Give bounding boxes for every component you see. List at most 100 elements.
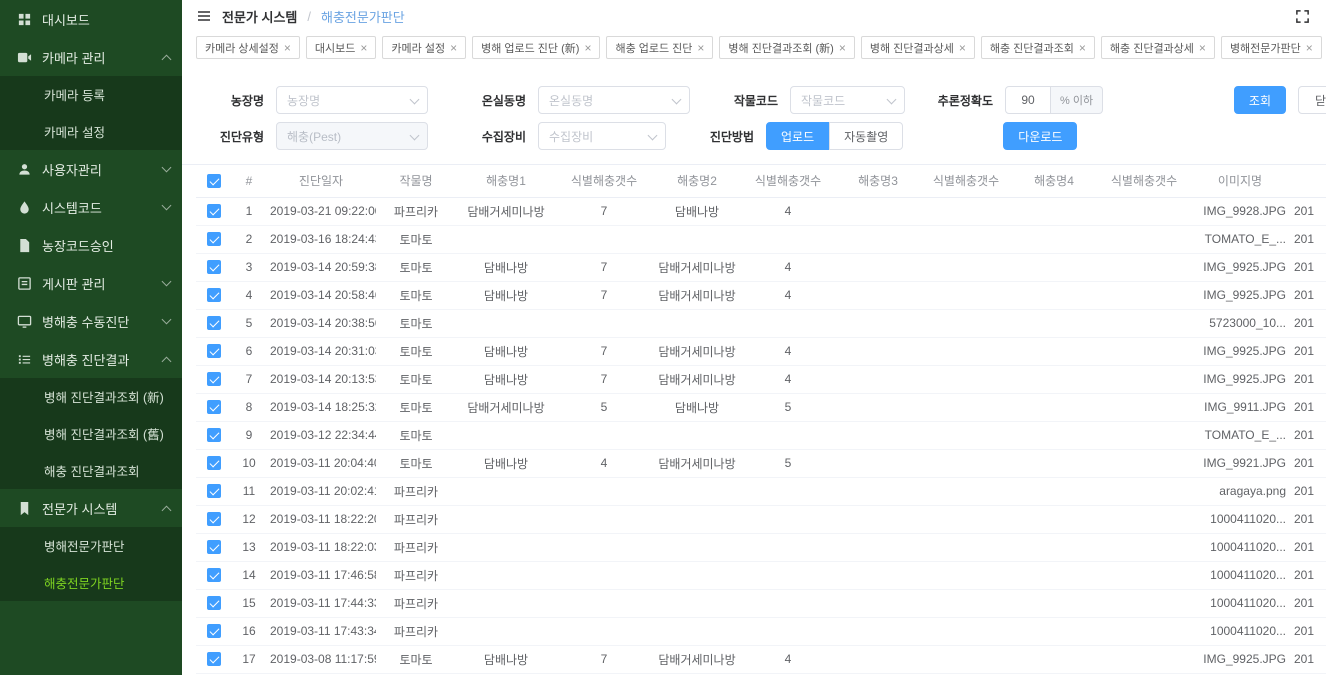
tab-close-icon[interactable]: × [1306, 42, 1313, 54]
column-header: 해충명3 [834, 165, 922, 197]
row-checkbox[interactable] [207, 624, 221, 638]
greenhouse-select[interactable]: 온실동명 [538, 86, 690, 114]
table-row[interactable]: 9 2019-03-12 22:34:44 토마토 TOMATO_E_... [196, 421, 1326, 449]
image-name: IMG_9925.JPG [1190, 645, 1290, 673]
tab[interactable]: 병해 진단결과조회 (新) × [719, 36, 854, 59]
table-row[interactable]: 16 2019-03-11 17:43:34 파프리카 1000411020 [196, 617, 1326, 645]
diagnosis-date: 2019-03-21 09:22:00 [266, 197, 376, 225]
method-autoshoot-button[interactable]: 자동촬영 [829, 122, 903, 150]
sidebar-item-camera-settings[interactable]: 카메라 설정 [0, 113, 182, 150]
row-checkbox[interactable] [207, 596, 221, 610]
table-row[interactable]: 3 2019-03-14 20:59:38 토마토 담배나방 7 담배거세미나방… [196, 253, 1326, 281]
sidebar-item-system-code[interactable]: 시스템코드 [0, 188, 182, 226]
pest2-count [742, 505, 834, 533]
image-name: IMG_9921.JPG [1190, 449, 1290, 477]
sidebar-item-camera-management[interactable]: 카메라 관리 [0, 38, 182, 76]
tab[interactable]: 카메라 설정 × [382, 36, 466, 59]
device-select[interactable]: 수집장비 [538, 122, 666, 150]
download-button[interactable]: 다운로드 [1003, 122, 1077, 150]
tab[interactable]: 해충 진단결과상세 × [1101, 36, 1215, 59]
row-checkbox[interactable] [207, 428, 221, 442]
image-name: 1000411020... [1190, 561, 1290, 589]
sidebar-item-farm-code-approval[interactable]: 농장코드승인 [0, 226, 182, 264]
tab[interactable]: 카메라 상세설정 × [196, 36, 300, 59]
pest4-count [1098, 309, 1190, 337]
table-row[interactable]: 4 2019-03-14 20:58:46 토마토 담배나방 7 담배거세미나방… [196, 281, 1326, 309]
row-checkbox[interactable] [207, 288, 221, 302]
sidebar-item-board-management[interactable]: 게시판 관리 [0, 264, 182, 302]
select-all-checkbox[interactable] [207, 174, 221, 188]
sidebar-item-pest-results[interactable]: 해충 진단결과조회 [0, 452, 182, 489]
registered-date: 201 [1290, 309, 1326, 337]
row-checkbox[interactable] [207, 456, 221, 470]
table-row[interactable]: 7 2019-03-14 20:13:53 토마토 담배나방 7 담배거세미나방… [196, 365, 1326, 393]
tab-close-icon[interactable]: × [584, 42, 591, 54]
pest1-count [556, 533, 652, 561]
row-checkbox[interactable] [207, 568, 221, 582]
hamburger-menu-icon[interactable] [196, 8, 212, 24]
table-row[interactable]: 6 2019-03-14 20:31:03 토마토 담배나방 7 담배거세미나방… [196, 337, 1326, 365]
row-checkbox[interactable] [207, 232, 221, 246]
row-checkbox[interactable] [207, 400, 221, 414]
sidebar-item-diagnosis-results[interactable]: 병해충 진단결과 [0, 340, 182, 378]
tab[interactable]: 병해전문가판단 × [1221, 36, 1322, 59]
pest3-count [922, 393, 1010, 421]
tab-close-icon[interactable]: × [360, 42, 367, 54]
sidebar-item-expert-system[interactable]: 전문가 시스템 [0, 489, 182, 527]
row-checkbox[interactable] [207, 540, 221, 554]
row-checkbox[interactable] [207, 484, 221, 498]
tab-close-icon[interactable]: × [1199, 42, 1206, 54]
table-row[interactable]: 10 2019-03-11 20:04:40 토마토 담배나방 4 담배거세미나… [196, 449, 1326, 477]
row-checkbox[interactable] [207, 512, 221, 526]
pest2-count: 4 [742, 337, 834, 365]
search-button[interactable]: 조회 [1234, 86, 1286, 114]
pest2-name: 담배거세미나방 [652, 645, 742, 673]
method-upload-button[interactable]: 업로드 [766, 122, 829, 150]
sidebar-item-manual-diagnosis[interactable]: 병해충 수동진단 [0, 302, 182, 340]
table-row[interactable]: 13 2019-03-11 18:22:03 파프리카 1000411020 [196, 533, 1326, 561]
sidebar-item-dashboard[interactable]: 대시보드 [0, 0, 182, 38]
tab-close-icon[interactable]: × [1079, 42, 1086, 54]
tab[interactable]: 해충 진단결과조회 × [981, 36, 1095, 59]
table-row[interactable]: 5 2019-03-14 20:38:56 토마토 5723000_10.. [196, 309, 1326, 337]
tab-close-icon[interactable]: × [959, 42, 966, 54]
table-row[interactable]: 11 2019-03-11 20:02:41 파프리카 aragaya.pn [196, 477, 1326, 505]
table-row[interactable]: 1 2019-03-21 09:22:00 파프리카 담배거세미나방 7 담배나… [196, 197, 1326, 225]
chevron-down-icon [672, 95, 682, 105]
tab[interactable]: 병해 업로드 진단 (新) × [472, 36, 600, 59]
tab-close-icon[interactable]: × [697, 42, 704, 54]
fullscreen-icon[interactable] [1295, 9, 1310, 24]
table-row[interactable]: 17 2019-03-08 11:17:59 토마토 담배나방 7 담배거세미나… [196, 645, 1326, 673]
row-checkbox[interactable] [207, 652, 221, 666]
pest2-count: 5 [742, 449, 834, 477]
sidebar-item-disease-results-old[interactable]: 병해 진단결과조회 (舊) [0, 415, 182, 452]
tab[interactable]: 해충 업로드 진단 × [606, 36, 713, 59]
sidebar-item-user-management[interactable]: 사용자관리 [0, 150, 182, 188]
table-row[interactable]: 15 2019-03-11 17:44:33 파프리카 1000411020 [196, 589, 1326, 617]
crop-name: 파프리카 [376, 561, 456, 589]
diagnosis-type-label: 진단유형 [196, 128, 276, 145]
row-checkbox[interactable] [207, 204, 221, 218]
row-checkbox[interactable] [207, 372, 221, 386]
accuracy-input[interactable] [1005, 86, 1051, 114]
table-row[interactable]: 8 2019-03-14 18:25:32 토마토 담배거세미나방 5 담배나방… [196, 393, 1326, 421]
table-row[interactable]: 12 2019-03-11 18:22:20 파프리카 1000411020 [196, 505, 1326, 533]
table-row[interactable]: 14 2019-03-11 17:46:58 파프리카 1000411020 [196, 561, 1326, 589]
tab-close-icon[interactable]: × [284, 42, 291, 54]
table-row[interactable]: 2 2019-03-16 18:24:43 토마토 TOMATO_E_... [196, 225, 1326, 253]
tab[interactable]: 병해 진단결과상세 × [861, 36, 975, 59]
sidebar-item-pest-expert-judgment[interactable]: 해충전문가판단 [0, 564, 182, 601]
close-button[interactable]: 닫기 [1298, 86, 1326, 114]
sidebar-item-camera-register[interactable]: 카메라 등록 [0, 76, 182, 113]
row-checkbox[interactable] [207, 344, 221, 358]
tab-close-icon[interactable]: × [839, 42, 846, 54]
diagnosis-type-select[interactable]: 해충(Pest) [276, 122, 428, 150]
row-checkbox[interactable] [207, 316, 221, 330]
sidebar-item-disease-results-new[interactable]: 병해 진단결과조회 (新) [0, 378, 182, 415]
sidebar-item-disease-expert-judgment[interactable]: 병해전문가판단 [0, 527, 182, 564]
crop-code-select[interactable]: 작물코드 [790, 86, 905, 114]
row-checkbox[interactable] [207, 260, 221, 274]
tab-close-icon[interactable]: × [450, 42, 457, 54]
farm-name-select[interactable]: 농장명 [276, 86, 428, 114]
tab[interactable]: 대시보드 × [306, 36, 377, 59]
